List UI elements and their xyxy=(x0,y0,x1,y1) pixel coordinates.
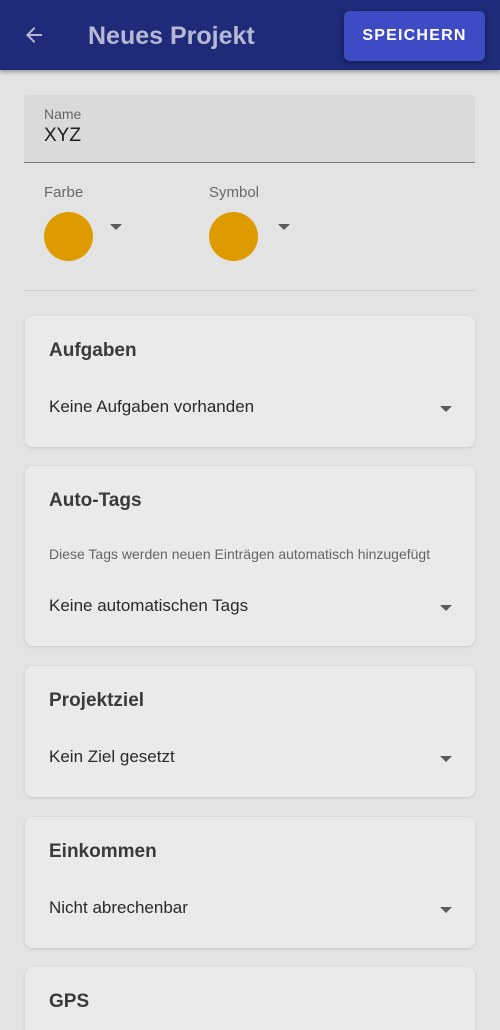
save-button[interactable]: SPEICHERN xyxy=(344,11,485,61)
autotags-card-title: Auto-Tags xyxy=(49,490,142,511)
gps-card[interactable]: GPS xyxy=(25,967,475,1030)
tasks-card[interactable]: Aufgaben Keine Aufgaben vorhanden xyxy=(25,316,475,447)
income-card-value: Nicht abrechenbar xyxy=(49,898,188,917)
autotags-card-value: Keine automatischen Tags xyxy=(49,596,249,615)
gps-card-title: GPS xyxy=(49,991,90,1012)
autotags-dropdown-arrow-icon[interactable] xyxy=(440,605,452,611)
back-button[interactable] xyxy=(12,13,56,57)
goal-card-value: Kein Ziel gesetzt xyxy=(49,747,175,766)
symbol-dropdown-arrow-icon[interactable] xyxy=(278,224,290,230)
income-card[interactable]: Einkommen Nicht abrechenbar xyxy=(25,817,475,948)
income-card-title: Einkommen xyxy=(49,841,157,862)
symbol-swatch[interactable] xyxy=(209,212,258,261)
goal-dropdown-arrow-icon[interactable] xyxy=(440,756,452,762)
tasks-dropdown-arrow-icon[interactable] xyxy=(440,406,452,412)
name-field-label: Name xyxy=(44,106,82,122)
name-field[interactable]: Name XYZ xyxy=(24,95,475,163)
arrow-left-icon xyxy=(26,27,42,43)
section-divider xyxy=(24,290,475,291)
symbol-picker-label: Symbol xyxy=(209,184,260,201)
page-title: Neues Projekt xyxy=(88,22,255,50)
tasks-card-title: Aufgaben xyxy=(49,340,137,361)
color-swatch[interactable] xyxy=(44,212,93,261)
color-picker-label: Farbe xyxy=(44,184,84,201)
goal-card[interactable]: Projektziel Kein Ziel gesetzt xyxy=(25,666,475,797)
color-dropdown-arrow-icon[interactable] xyxy=(110,224,122,230)
goal-card-title: Projektziel xyxy=(49,690,145,711)
new-project-screen: Neues Projekt SPEICHERN Name XYZ Farbe S… xyxy=(0,0,500,1030)
name-field-value[interactable]: XYZ xyxy=(44,125,81,147)
tasks-card-value: Keine Aufgaben vorhanden xyxy=(49,397,255,416)
autotags-card-description: Diese Tags werden neuen Einträgen automa… xyxy=(49,546,431,562)
autotags-card[interactable]: Auto-Tags Diese Tags werden neuen Einträ… xyxy=(25,466,475,646)
income-dropdown-arrow-icon[interactable] xyxy=(440,907,452,913)
